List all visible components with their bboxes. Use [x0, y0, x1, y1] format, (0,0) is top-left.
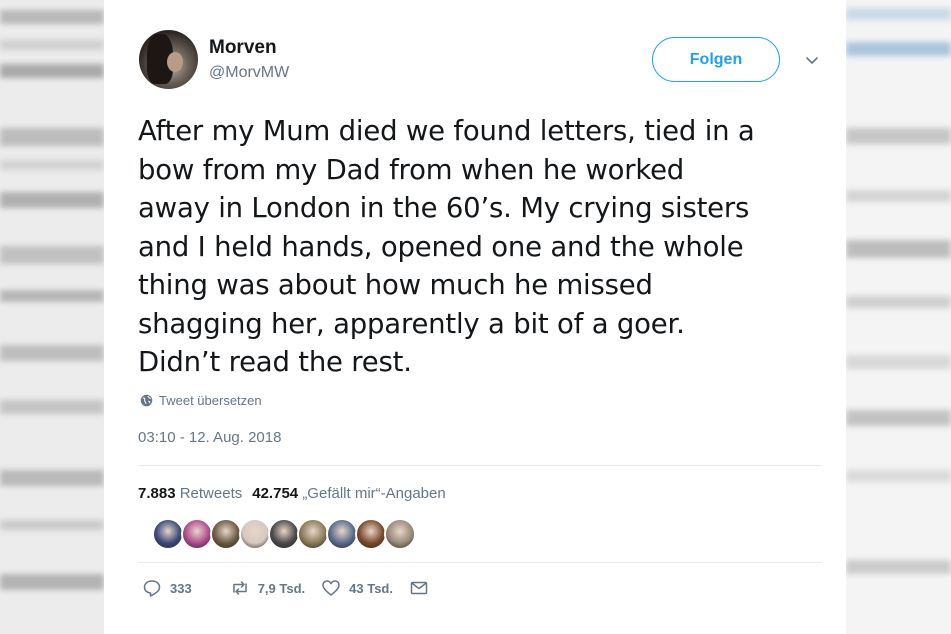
liker-avatar[interactable] — [210, 518, 242, 550]
retweets-label: Retweets — [179, 485, 243, 502]
envelope-icon — [410, 581, 428, 595]
tweet-line: shagging her, apparently a bit of a goer… — [138, 307, 685, 340]
liker-avatars — [152, 518, 416, 550]
tweet-line: After my Mum died we found letters, tied… — [138, 115, 755, 147]
author-display-name[interactable]: Morven — [209, 37, 277, 59]
retweets-stat[interactable]: 7.883 Retweets — [138, 485, 242, 502]
background-right — [846, 0, 951, 634]
liker-avatar[interactable] — [152, 518, 184, 550]
retweet-count: 7,9 Tsd. — [257, 580, 306, 596]
retweet-icon — [232, 581, 247, 595]
liker-avatar[interactable] — [355, 518, 387, 550]
translate-tweet-link[interactable]: Tweet übersetzen — [140, 393, 262, 408]
liker-avatar[interactable] — [384, 518, 416, 550]
tweet-line: away in London in the 60’s. My crying si… — [138, 192, 750, 224]
reply-button[interactable]: 333 — [142, 578, 192, 598]
retweet-button[interactable]: 7,9 Tsd. — [230, 578, 305, 598]
reply-icon — [143, 580, 161, 597]
tweet-line: thing was about how much he missed — [138, 269, 653, 301]
avatar-face — [167, 52, 183, 72]
like-count: 43 Tsd. — [349, 580, 393, 596]
tweet-actions: 333 7,9 Tsd. 43 Tsd. — [142, 578, 429, 598]
divider — [138, 562, 822, 563]
tweet-card: Morven @MorvMW Folgen After my Mum died … — [104, 0, 846, 634]
tweet-timestamp[interactable]: 03:10 - 12. Aug. 2018 — [138, 429, 281, 446]
tweet-text: After my Mum died we found letters, tied… — [138, 112, 828, 382]
liker-avatar[interactable] — [297, 518, 329, 550]
likes-count: 42.754 — [252, 485, 299, 502]
likes-stat[interactable]: 42.754 „Gefällt mir“-Angaben — [252, 485, 445, 502]
author-handle[interactable]: @MorvMW — [209, 64, 289, 82]
direct-message-button[interactable] — [409, 578, 429, 598]
liker-avatar[interactable] — [326, 518, 358, 550]
reply-count: 333 — [170, 580, 192, 596]
retweets-count: 7.883 — [138, 485, 176, 502]
engagement-stats: 7.883 Retweets 42.754 „Gefällt mir“-Anga… — [138, 485, 446, 502]
author-avatar[interactable] — [139, 30, 198, 89]
liker-avatar[interactable] — [268, 518, 300, 550]
likes-label: „Gefällt mir“-Angaben — [302, 485, 446, 502]
globe-icon — [140, 394, 153, 407]
liker-avatar[interactable] — [239, 518, 271, 550]
tweet-line: Didn’t read the rest. — [138, 346, 412, 378]
translate-label: Tweet übersetzen — [159, 393, 262, 408]
liker-avatar[interactable] — [181, 518, 213, 550]
like-button[interactable]: 43 Tsd. — [321, 578, 393, 598]
tweet-line: bow from my Dad from when he worked — [138, 153, 685, 186]
divider — [138, 465, 822, 466]
heart-icon — [322, 580, 340, 596]
background-left — [0, 0, 104, 634]
chevron-down-icon[interactable] — [804, 52, 820, 68]
follow-button[interactable]: Folgen — [652, 37, 780, 82]
tweet-line: and I held hands, opened one and the who… — [138, 230, 744, 263]
